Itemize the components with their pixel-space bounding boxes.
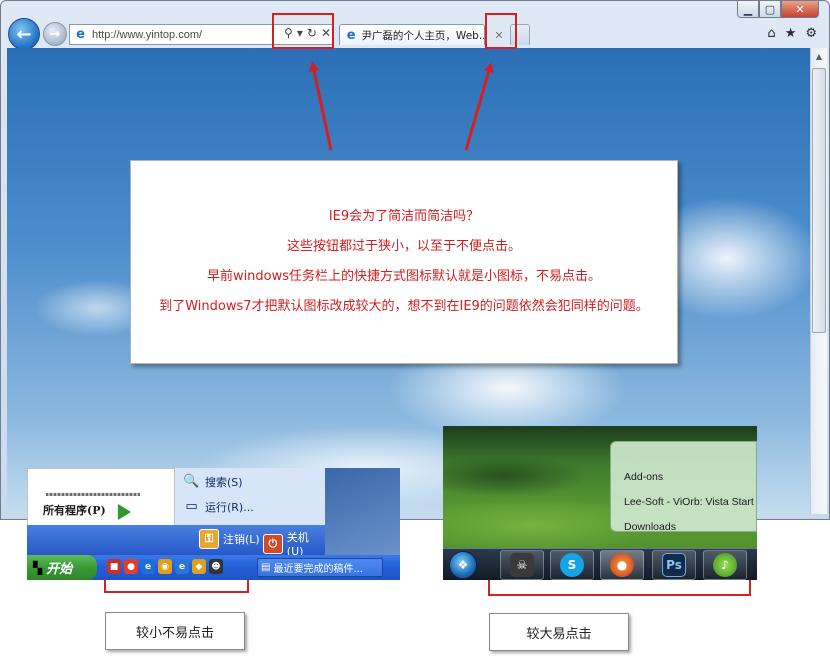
taskbar-button-photoshop[interactable]: Ps	[652, 550, 696, 580]
favorites-icon[interactable]: ★	[785, 26, 797, 41]
quicklaunch-icon-6[interactable]: ◆	[192, 559, 206, 574]
screenshot-root: ▁ ▢ ✕ ← → e http://www.yintop.com/ ⚲ ▾ ↻…	[0, 0, 830, 672]
win7-jumplist: Add-ons Lee-Soft - ViOrb: Vista Start O …	[610, 441, 757, 533]
jumplist-item-downloads[interactable]: Downloads	[624, 521, 676, 533]
jumplist-item-addons[interactable]: Add-ons	[624, 471, 663, 483]
tab-title: 尹广磊的个人主页，Web...	[361, 29, 484, 42]
address-url[interactable]: http://www.yintop.com/	[92, 29, 202, 41]
highlight-tab-close	[485, 13, 517, 49]
quicklaunch-icon-1[interactable]: ■	[107, 559, 121, 574]
xp-shutdown-label: 关机(U)	[286, 531, 309, 558]
xp-all-programs[interactable]: 所有程序(P)	[43, 502, 106, 518]
search-magnifier-icon: 🔍	[183, 474, 200, 489]
alien-icon: ☠	[510, 553, 534, 577]
xp-logoff-label: 注销(L)	[223, 533, 260, 546]
win7-screenshot: Add-ons Lee-Soft - ViOrb: Vista Start O …	[443, 426, 757, 580]
run-icon: ▭	[185, 499, 198, 514]
xp-task-button[interactable]: ▤ 最近要完成的稿件...	[257, 558, 383, 577]
vertical-scrollbar[interactable]: ▲	[810, 48, 827, 514]
xp-run-label: 运行(R)...	[205, 500, 254, 514]
callout-line-3: 早前windows任务栏上的快捷方式图标默认就是小图标，不易点击。	[206, 269, 602, 284]
photoshop-icon: Ps	[662, 553, 686, 577]
minimize-button[interactable]: ▁	[737, 1, 759, 18]
logoff-key-icon: ⚿	[199, 529, 219, 549]
browser-tab[interactable]: e 尹广磊的个人主页，Web...	[339, 24, 485, 45]
xp-task-label: 最近要完成的稿件...	[273, 564, 363, 575]
xp-shutdown-button[interactable]: ⏻ 关机(U)	[263, 529, 325, 558]
xp-taskbar: ▚ 开始 ■ ● e ◉ e ◆ ☻ ▤ 最近要完成的稿件...	[27, 555, 400, 580]
back-arrow-icon: ←	[16, 23, 32, 45]
xp-screenshot: 所有程序(P) 🔍 搜索(S) ▭ 运行(R)... ⚿ 注销(L) ⏻ 关机(…	[27, 468, 400, 580]
xp-logoff-button[interactable]: ⚿ 注销(L)	[199, 529, 260, 549]
ie-page-icon: e	[76, 27, 85, 42]
callout-line-2: 这些按钮都过于狭小，以至于不便点击。	[286, 239, 521, 254]
callout-line-4: 到了Windows7才把默认图标改成较大的，想不到在IE9的问题依然会犯同样的问…	[159, 299, 649, 314]
windows-flag-icon: ▚	[33, 560, 43, 575]
taskbar-button-media[interactable]: ♪	[703, 550, 747, 580]
callout-box: IE9会为了简洁而简洁吗？ 这些按钮都过于狭小，以至于不便点击。 早前windo…	[130, 160, 678, 364]
qq-penguin-icon[interactable]: ☻	[209, 559, 223, 574]
xp-separator	[46, 493, 140, 496]
home-icon[interactable]: ⌂	[767, 26, 775, 41]
callout-line-1: IE9会为了简洁而简洁吗？	[328, 209, 480, 224]
xp-search-item[interactable]: 🔍 搜索(S)	[183, 473, 243, 490]
quicklaunch-icon-5[interactable]: e	[175, 559, 189, 574]
document-icon: ▤	[261, 562, 271, 573]
green-arrow-icon	[118, 504, 131, 520]
caption-large: 较大易点击	[489, 613, 629, 651]
xp-start-label: 开始	[46, 562, 73, 577]
window-controls: ▁ ▢ ✕	[737, 1, 819, 18]
win7-start-orb[interactable]: ❖	[449, 551, 477, 579]
firefox-icon: ●	[610, 553, 634, 577]
quicklaunch-icon-4[interactable]: ◉	[158, 559, 172, 574]
caption-small: 较小不易点击	[105, 612, 245, 650]
media-player-icon: ♪	[713, 553, 737, 577]
quicklaunch-icon-2[interactable]: ●	[124, 559, 138, 574]
xp-desktop	[325, 468, 400, 555]
xp-quick-launch: ■ ● e ◉ e ◆ ☻	[107, 559, 223, 574]
taskbar-button-skype[interactable]: S	[550, 550, 594, 580]
toolbar-icons: ⌂ ★ ⚙	[767, 26, 817, 41]
tab-page-icon: e	[346, 27, 356, 43]
windows-logo-icon: ❖	[457, 558, 469, 572]
win7-taskbar: ❖ ☠ S ● Ps ♪	[443, 548, 757, 580]
tools-gear-icon[interactable]: ⚙	[805, 26, 817, 41]
back-button[interactable]: ←	[8, 18, 40, 50]
taskbar-button-alien[interactable]: ☠	[500, 550, 544, 580]
ie-quicklaunch-icon[interactable]: e	[141, 559, 155, 574]
jumplist-item-leesoft[interactable]: Lee-Soft - ViOrb: Vista Start O	[624, 496, 757, 508]
forward-arrow-icon: →	[49, 26, 61, 42]
maximize-button[interactable]: ▢	[759, 1, 781, 18]
xp-menu-bottom: ⚿ 注销(L) ⏻ 关机(U)	[27, 525, 325, 558]
xp-start-button[interactable]: ▚ 开始	[27, 555, 97, 580]
taskbar-button-firefox[interactable]: ●	[600, 550, 644, 580]
forward-button[interactable]: →	[43, 22, 67, 46]
scrollbar-thumb[interactable]	[812, 68, 826, 333]
xp-run-item[interactable]: ▭ 运行(R)...	[183, 498, 254, 515]
highlight-address-tools	[272, 13, 334, 49]
close-window-button[interactable]: ✕	[781, 1, 819, 18]
skype-icon: S	[560, 553, 584, 577]
scroll-up-icon[interactable]: ▲	[812, 49, 827, 65]
power-icon: ⏻	[263, 533, 283, 554]
xp-search-label: 搜索(S)	[205, 475, 243, 489]
